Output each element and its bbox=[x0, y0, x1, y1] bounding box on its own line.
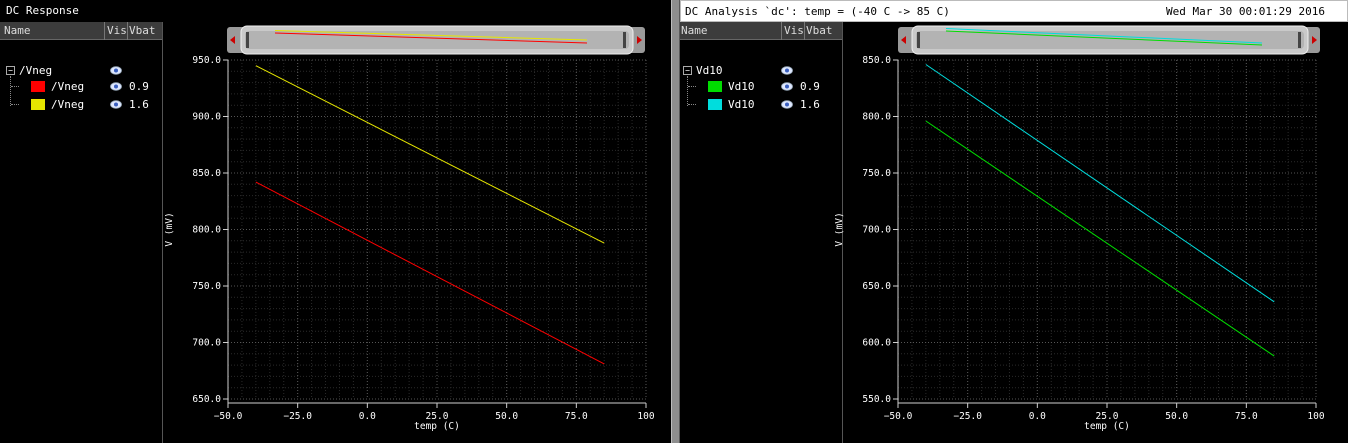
collapse-toggle-icon[interactable]: − bbox=[683, 66, 692, 75]
trace-name: Vd10 bbox=[728, 80, 755, 93]
y-tick-label: 950.0 bbox=[192, 55, 221, 66]
legend-header-param[interactable]: Vbat bbox=[129, 24, 156, 37]
right-legend-pane: Name Vis Vbat − Vd10 Vd10 0.9 Vd10 1.6 bbox=[680, 22, 843, 443]
y-tick-label: 550.0 bbox=[862, 394, 891, 405]
y-tick-label: 750.0 bbox=[862, 168, 891, 179]
trace-color-swatch bbox=[31, 99, 45, 110]
x-tick-label: 50.0 bbox=[1165, 411, 1188, 422]
legend-header-name[interactable]: Name bbox=[681, 24, 708, 37]
right-waveform-window: DC Analysis `dc': temp = (-40 C -> 85 C)… bbox=[680, 0, 1348, 443]
y-tick-label: 600.0 bbox=[862, 338, 891, 349]
panel-divider[interactable] bbox=[671, 0, 680, 443]
x-tick-label: −25.0 bbox=[283, 411, 312, 422]
x-tick-label: 75.0 bbox=[565, 411, 588, 422]
left-waveform-window: DC Response Name Vis Vbat − /Vneg /Vneg … bbox=[0, 0, 671, 443]
legend-group-row[interactable]: − /Vneg bbox=[0, 63, 160, 79]
trace-color-swatch bbox=[31, 81, 45, 92]
visibility-eye-icon[interactable] bbox=[110, 100, 122, 109]
y-tick-label: 700.0 bbox=[192, 338, 221, 349]
x-axis-label: temp (C) bbox=[414, 421, 460, 432]
trace-param-value: 0.9 bbox=[129, 80, 149, 93]
right-chart[interactable]: −50.0 −25.0 0.0 25.0 50.0 75.0 100550.0600.065… bbox=[835, 45, 1340, 443]
x-tick-label: −25.0 bbox=[953, 411, 982, 422]
legend-group-row[interactable]: − Vd10 bbox=[680, 63, 840, 79]
y-tick-label: 700.0 bbox=[862, 225, 891, 236]
x-tick-label: −50.0 bbox=[214, 411, 243, 422]
visibility-eye-icon[interactable] bbox=[781, 66, 793, 75]
series-line[interactable] bbox=[255, 65, 605, 244]
legend-header-name[interactable]: Name bbox=[4, 24, 31, 37]
legend-row[interactable]: /Vneg 0.9 bbox=[0, 79, 160, 95]
legend-group-label: /Vneg bbox=[19, 64, 53, 77]
legend-header-vis[interactable]: Vis bbox=[107, 24, 127, 37]
x-tick-label: 50.0 bbox=[495, 411, 518, 422]
series-line[interactable] bbox=[925, 120, 1275, 357]
legend-row[interactable]: Vd10 1.6 bbox=[680, 97, 840, 113]
x-axis-label: temp (C) bbox=[1084, 421, 1130, 432]
trace-name: /Vneg bbox=[51, 80, 85, 93]
legend-header-param[interactable]: Vbat bbox=[806, 24, 833, 37]
y-axis-label: V (mV) bbox=[835, 212, 845, 246]
x-tick-label: 100 bbox=[637, 411, 654, 422]
trace-param-value: 0.9 bbox=[800, 80, 820, 93]
legend-row[interactable]: /Vneg 1.6 bbox=[0, 97, 160, 113]
y-tick-label: 900.0 bbox=[192, 112, 221, 123]
trace-color-swatch bbox=[708, 99, 722, 110]
trace-color-swatch bbox=[708, 81, 722, 92]
visibility-eye-icon[interactable] bbox=[781, 100, 793, 109]
x-tick-label: 0.0 bbox=[359, 411, 376, 422]
right-window-title: DC Analysis `dc': temp = (-40 C -> 85 C) bbox=[685, 5, 950, 18]
trace-param-value: 1.6 bbox=[800, 98, 820, 111]
x-tick-label: −50.0 bbox=[884, 411, 913, 422]
series-line[interactable] bbox=[255, 181, 605, 365]
left-title-bar: DC Response bbox=[0, 0, 671, 22]
legend-group-label: Vd10 bbox=[696, 64, 723, 77]
trace-name: Vd10 bbox=[728, 98, 755, 111]
visibility-eye-icon[interactable] bbox=[110, 82, 122, 91]
left-legend-header: Name Vis Vbat bbox=[0, 22, 162, 40]
collapse-toggle-icon[interactable]: − bbox=[6, 66, 15, 75]
y-tick-label: 750.0 bbox=[192, 281, 221, 292]
y-tick-label: 650.0 bbox=[862, 281, 891, 292]
y-tick-label: 850.0 bbox=[192, 168, 221, 179]
visibility-eye-icon[interactable] bbox=[781, 82, 793, 91]
y-axis-label: V (mV) bbox=[165, 212, 175, 246]
y-tick-label: 850.0 bbox=[862, 55, 891, 66]
left-chart[interactable]: −50.0 −25.0 0.0 25.0 50.0 75.0 100650.0700.075… bbox=[165, 45, 665, 443]
x-tick-label: 0.0 bbox=[1029, 411, 1046, 422]
trace-param-value: 1.6 bbox=[129, 98, 149, 111]
series-line[interactable] bbox=[925, 64, 1275, 303]
x-tick-label: 75.0 bbox=[1235, 411, 1258, 422]
y-tick-label: 800.0 bbox=[862, 112, 891, 123]
left-legend-pane: Name Vis Vbat − /Vneg /Vneg 0.9 /Vneg 1.… bbox=[0, 22, 163, 443]
legend-row[interactable]: Vd10 0.9 bbox=[680, 79, 840, 95]
x-tick-label: 100 bbox=[1307, 411, 1324, 422]
trace-name: /Vneg bbox=[51, 98, 85, 111]
y-tick-label: 650.0 bbox=[192, 394, 221, 405]
y-tick-label: 800.0 bbox=[192, 225, 221, 236]
right-timestamp: Wed Mar 30 00:01:29 2016 bbox=[1166, 5, 1325, 18]
right-legend-header: Name Vis Vbat bbox=[680, 22, 842, 40]
legend-header-vis[interactable]: Vis bbox=[784, 24, 804, 37]
visibility-eye-icon[interactable] bbox=[110, 66, 122, 75]
right-title-bar: DC Analysis `dc': temp = (-40 C -> 85 C)… bbox=[680, 0, 1348, 22]
left-window-title: DC Response bbox=[6, 4, 79, 17]
